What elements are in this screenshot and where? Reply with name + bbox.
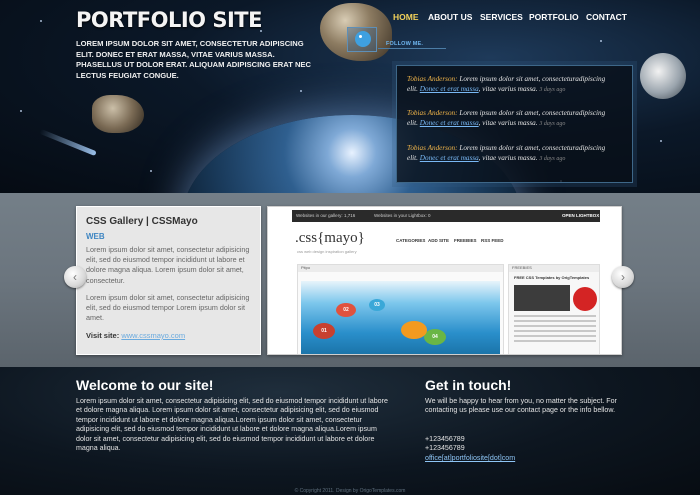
- project-description: Lorem ipsum dolor sit amet, consectetur …: [86, 245, 250, 285]
- tweet-author[interactable]: Tobias Anderson:: [407, 109, 458, 117]
- comet-image: [39, 128, 97, 157]
- slider-prev-arrow-icon[interactable]: ‹: [64, 266, 86, 288]
- preview-free-badge: [573, 287, 597, 311]
- preview-bubble: 04: [424, 329, 446, 345]
- preview-menu-item: CATEGORIES: [396, 238, 426, 243]
- nav-services[interactable]: SERVICES: [480, 12, 523, 22]
- tweet-text: , vitae varius massa.: [478, 119, 540, 128]
- project-category-tag: WEB: [86, 232, 105, 241]
- copyright-text: © Copyright 2011. Design by OrigoTemplat…: [294, 488, 406, 494]
- tweet-time: 3 days ago: [539, 156, 566, 163]
- fish-illustration: [401, 321, 427, 339]
- tweet-link[interactable]: Donec et erat massa: [420, 119, 479, 127]
- tweet-link[interactable]: Donec et erat massa: [420, 154, 479, 162]
- tweet-item: Tobias Anderson: Lorem ipsum dolor sit a…: [407, 143, 615, 165]
- contact-phone: +123456789: [425, 444, 465, 452]
- tweet-item: Tobias Anderson: Lorem ipsum dolor sit a…: [407, 108, 615, 130]
- visit-site-label: Visit site:: [86, 331, 120, 340]
- tweet-author[interactable]: Tobias Anderson:: [407, 144, 458, 152]
- visit-site-row: Visit site: www.cssmayo.com: [86, 331, 185, 340]
- nav-contact[interactable]: CONTACT: [586, 12, 627, 22]
- preview-bubble: 01: [313, 323, 335, 339]
- preview-sidebar: FREEBIES FREE CSS Templates by OrigTempl…: [508, 264, 600, 354]
- nav-portfolio[interactable]: PORTFOLIO: [529, 12, 579, 22]
- twitter-bird-icon: [355, 31, 371, 47]
- project-title: CSS Gallery | CSSMayo: [86, 216, 198, 227]
- nav-home[interactable]: HOME: [393, 12, 419, 22]
- welcome-heading: Welcome to our site!: [76, 377, 214, 393]
- contact-email-link[interactable]: office[at]portfoliosite[dot]com: [425, 454, 515, 462]
- tweet-link[interactable]: Donec et erat massa: [420, 85, 479, 93]
- tweet-feed: Tobias Anderson: Lorem ipsum dolor sit a…: [396, 65, 633, 183]
- slider-next-arrow-icon[interactable]: ›: [612, 266, 634, 288]
- preview-lightbox-count: Websites in your Lightbox: 0: [374, 213, 431, 218]
- tweet-time: 3 days ago: [539, 87, 566, 94]
- moon-image: [640, 53, 686, 99]
- tweet-time: 3 days ago: [539, 121, 566, 128]
- tweet-author[interactable]: Tobias Anderson:: [407, 75, 458, 83]
- tweet-text: , vitae varius massa.: [478, 85, 540, 94]
- project-info-card: CSS Gallery | CSSMayo WEB Lorem ipsum do…: [76, 206, 261, 355]
- preview-tagline: css web design inspiration gallery: [297, 249, 357, 254]
- preview-menu-item: FREEBIES: [454, 238, 477, 243]
- preview-ocean-illustration: 02 03 01 04: [301, 281, 500, 354]
- site-logo[interactable]: PORTFOLIO SITE: [76, 8, 262, 32]
- preview-menu-item: RSS FEED: [481, 238, 504, 243]
- contact-intro: We will be happy to hear from you, no ma…: [425, 397, 617, 415]
- connector-line: [378, 48, 446, 49]
- tweet-text: , vitae varius massa.: [478, 154, 540, 163]
- asteroid-image: [92, 95, 144, 133]
- intro-text: LOREM IPSUM DOLOR SIT AMET, CONSECTETUR …: [76, 39, 311, 80]
- visit-site-link[interactable]: www.cssmayo.com: [121, 331, 185, 340]
- preview-template-thumbnail: [514, 285, 570, 311]
- preview-panel-header: Pitpo: [298, 265, 503, 272]
- preview-gallery-count: Websites in our gallery: 1,716: [296, 213, 356, 218]
- preview-menu-item: ADD SITE: [428, 238, 450, 243]
- preview-open-lightbox: OPEN LIGHTBOX: [562, 213, 600, 218]
- welcome-text: Lorem ipsum dolor sit amet, consectetur …: [76, 397, 388, 453]
- preview-sidebar-title: FREE CSS Templates by OrigTemplates: [514, 275, 590, 280]
- contact-phone: +123456789: [425, 435, 465, 443]
- preview-topbar: Websites in our gallery: 1,716 Websites …: [292, 210, 600, 222]
- project-description: Lorem ipsum dolor sit amet, consectetur …: [86, 293, 250, 323]
- nav-about-us[interactable]: ABOUT US: [428, 12, 472, 22]
- contact-heading: Get in touch!: [425, 377, 512, 393]
- preview-bubble: 02: [336, 303, 356, 317]
- tweet-item: Tobias Anderson: Lorem ipsum dolor sit a…: [407, 74, 615, 96]
- preview-bubble: 03: [369, 299, 385, 311]
- follow-me-label[interactable]: FOLLOW ME.: [386, 41, 423, 47]
- preview-logo: .css{mayo}: [295, 230, 365, 246]
- twitter-follow-button[interactable]: [347, 27, 377, 52]
- project-screenshot[interactable]: Websites in our gallery: 1,716 Websites …: [267, 206, 622, 355]
- preview-featured-panel: Pitpo 02 03 01 04: [297, 264, 504, 354]
- preview-text-lines: [514, 315, 596, 345]
- preview-sidebar-header: FREEBIES: [509, 265, 599, 272]
